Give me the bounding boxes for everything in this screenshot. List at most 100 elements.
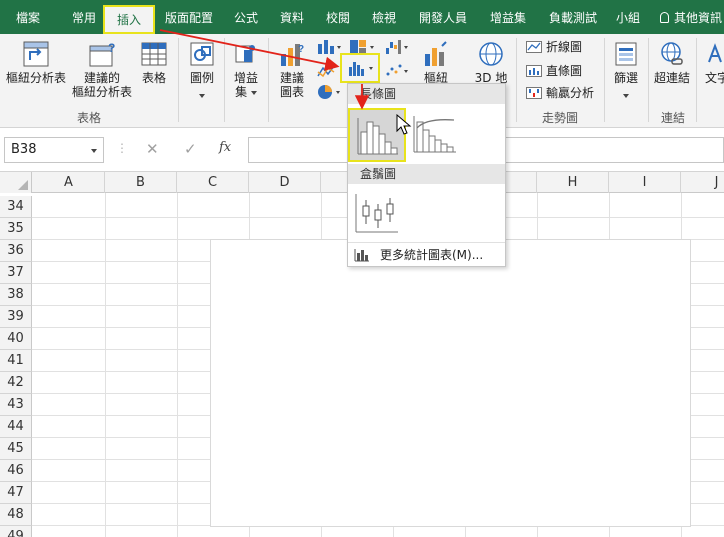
sparklines-group-label: 走勢圖 [542,111,579,125]
row-header[interactable]: 44 [0,416,32,438]
text-button[interactable]: 文字 [702,40,724,85]
mouse-pointer-icon [396,114,412,135]
row-header[interactable]: 40 [0,328,32,350]
group-separator [604,38,605,122]
row-header[interactable]: 48 [0,504,32,526]
box-whisker-icon[interactable] [354,192,400,234]
row-header[interactable]: 39 [0,306,32,328]
row-header[interactable]: 34 [0,196,32,218]
text-label: 文字 [704,71,724,85]
histogram-icon [357,118,398,155]
tell-me-label: 其他資訊 [674,11,723,25]
column-header[interactable]: J [681,172,724,193]
tab-review[interactable]: 校閱 [320,0,356,34]
tab-insert[interactable]: 插入 [103,5,155,34]
link-globe-icon [661,42,683,65]
addins-button[interactable]: 增益 集 [228,40,264,99]
links-group-label: 連結 [661,111,686,125]
chevron-down-icon [608,88,644,102]
statistic-chart-icon[interactable] [344,58,378,78]
illustrations-button[interactable]: 圖例 [184,40,220,102]
scatter-chart-icon[interactable] [384,62,410,80]
chart-area[interactable] [210,239,691,527]
tab-page-layout[interactable]: 版面配置 [160,0,218,34]
row-header[interactable]: 45 [0,438,32,460]
sparkline-winloss-button[interactable]: 輸贏分析 [526,84,594,101]
row-header[interactable]: 43 [0,394,32,416]
row-header[interactable]: 42 [0,372,32,394]
addins-label-1: 增益 [233,71,258,85]
row-header[interactable]: 47 [0,482,32,504]
hyperlink-label: 超連結 [653,71,690,85]
column-header[interactable]: C [177,172,249,193]
tab-load-test[interactable]: 負載測試 [542,0,604,34]
filter-label: 篩選 [613,71,638,85]
row-header[interactable]: 36 [0,240,32,262]
pivot-chart-icon [425,41,447,66]
sparkline-line-icon [526,41,542,53]
column-header[interactable]: B [105,172,177,193]
histogram-small-icon [354,249,369,262]
insert-function-icon[interactable]: fx [219,140,231,155]
row-header[interactable]: 37 [0,262,32,284]
recommended-charts-button[interactable]: ? 建議 圖表 [274,40,310,99]
row-header[interactable]: 49 [0,526,32,537]
group-separator [224,38,225,122]
tab-file[interactable]: 檔案 [10,0,46,34]
sparkline-winloss-icon [526,87,542,99]
tab-view[interactable]: 檢視 [366,0,402,34]
recommended-charts-label-1: 建議 [279,71,304,85]
more-dots-icon: ⋮ [116,141,128,155]
sparkline-line-button[interactable]: 折線圖 [526,38,582,55]
gridline [105,193,106,537]
sparkline-column-button[interactable]: 直條圖 [526,62,582,79]
more-statistic-charts-label: 更多統計圖表(M)... [380,248,484,262]
chevron-down-icon[interactable] [91,149,97,153]
tab-home[interactable]: 常用 [66,0,102,34]
column-header[interactable]: H [537,172,609,193]
column-header[interactable]: I [609,172,681,193]
select-all-corner[interactable] [0,172,32,193]
table-icon [141,42,167,66]
statistic-chart-menu: 長條圖 盒鬚圖 更多統計圖表(M)... [347,83,506,267]
group-separator [268,38,269,122]
tab-team[interactable]: 小組 [610,0,646,34]
tab-addins[interactable]: 增益集 [484,0,532,34]
tab-data[interactable]: 資料 [274,0,310,34]
text-box-icon [708,43,722,63]
illustrations-label: 圖例 [189,71,214,85]
hyperlink-button[interactable]: 超連結 [652,40,692,85]
table-button[interactable]: 表格 [136,40,172,85]
3d-map-button[interactable]: 3D 地 [470,40,512,85]
name-box[interactable]: B38 [4,137,104,163]
pivot-chart-button[interactable]: 樞紐 [418,40,454,85]
column-header[interactable]: D [249,172,321,193]
enter-icon[interactable]: ✓ [184,140,197,158]
boxplot-section-header: 盒鬚圖 [348,164,505,184]
tab-developer[interactable]: 開發人員 [412,0,474,34]
histogram-section-header: 長條圖 [348,84,505,104]
pareto-chart-icon[interactable] [412,114,458,154]
slicer-icon [615,42,637,66]
recommended-pivot-label-1: 建議的 [83,71,120,85]
recommended-pivot-button[interactable]: ? 建議的 樞紐分析表 [70,40,134,99]
ribbon-tab-bar: 檔案 常用 插入 版面配置 公式 資料 校閱 檢視 開發人員 增益集 負載測試 … [0,0,724,34]
sparkline-winloss-label: 輸贏分析 [546,86,595,100]
column-chart-icon[interactable] [316,38,342,56]
cancel-icon[interactable]: ✕ [146,140,159,158]
row-header[interactable]: 38 [0,284,32,306]
globe-icon [479,42,503,66]
row-header[interactable]: 35 [0,218,32,240]
filter-button[interactable]: 篩選 [608,40,644,102]
row-header[interactable]: 46 [0,460,32,482]
line-chart-icon[interactable] [316,62,342,80]
pivot-table-button[interactable]: 樞紐分析表 [4,40,68,85]
waterfall-chart-icon[interactable] [384,38,410,56]
more-statistic-charts-item[interactable]: 更多統計圖表(M)... [348,242,505,266]
row-header[interactable]: 41 [0,350,32,372]
pie-chart-icon[interactable] [316,82,342,102]
tell-me-box[interactable]: 其他資訊 [660,0,722,34]
tab-formulas[interactable]: 公式 [228,0,264,34]
recommended-charts-icon: ? [281,44,304,66]
column-header[interactable]: A [33,172,105,193]
